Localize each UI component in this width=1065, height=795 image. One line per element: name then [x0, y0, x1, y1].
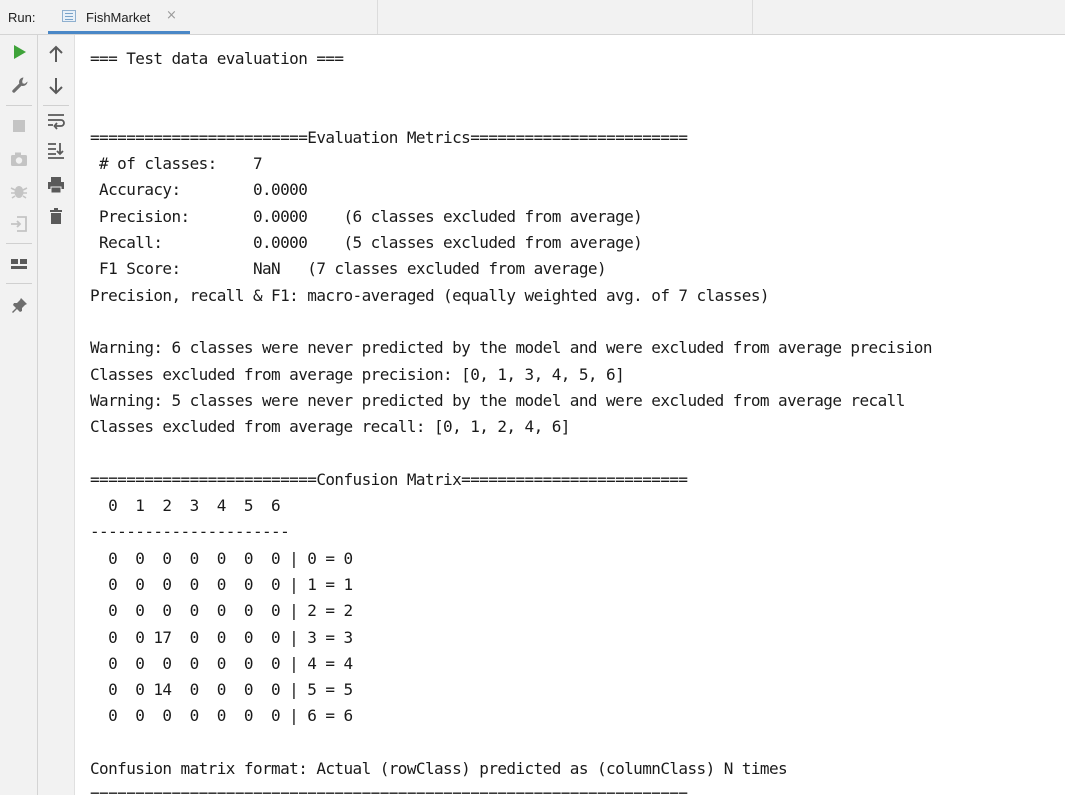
- console-line: Precision, recall & F1: macro-averaged (…: [90, 285, 770, 305]
- tab-title: FishMarket: [86, 10, 151, 25]
- arrow-down-icon[interactable]: [45, 75, 67, 97]
- stop-icon[interactable]: [8, 115, 30, 137]
- console-line: Accuracy: 0.0000: [90, 180, 308, 200]
- print-icon[interactable]: [45, 174, 67, 196]
- pin-icon[interactable]: [8, 295, 30, 317]
- console-line: Confusion matrix format: Actual (rowClas…: [90, 759, 788, 779]
- debug-icon[interactable]: [8, 180, 30, 202]
- console-line: 0 0 14 0 0 0 0 | 5 = 5: [90, 680, 353, 700]
- close-icon[interactable]: ×: [166, 9, 177, 23]
- console-line: Classes excluded from average precision:…: [90, 364, 625, 384]
- run-toolbar-right: [38, 35, 75, 795]
- console-text: === Test data evaluation === ============…: [90, 46, 933, 795]
- console-line: =========================Confusion Matri…: [90, 469, 688, 489]
- arrow-up-icon[interactable]: [45, 43, 67, 65]
- console-line: Warning: 6 classes were never predicted …: [90, 338, 933, 358]
- layout-icon[interactable]: [8, 253, 30, 275]
- console-line: ========================Evaluation Metri…: [90, 127, 688, 147]
- run-label: Run:: [8, 10, 36, 25]
- camera-icon[interactable]: [8, 148, 30, 170]
- run-toolbar-left: [0, 35, 38, 795]
- run-icon[interactable]: [8, 41, 30, 63]
- console-line: # of classes: 7: [90, 154, 263, 174]
- console-tab-icon: [62, 10, 76, 22]
- run-tool-window-header: Run: FishMarket ×: [0, 0, 1065, 35]
- scroll-to-end-icon[interactable]: [45, 139, 67, 161]
- console-line: === Test data evaluation ===: [90, 49, 344, 68]
- console-line: 0 0 0 0 0 0 0 | 6 = 6: [90, 706, 353, 726]
- console-line: Recall: 0.0000 (5 classes excluded from …: [90, 233, 643, 253]
- header-divider: [752, 0, 753, 34]
- login-icon[interactable]: [8, 213, 30, 235]
- console-line: 0 0 0 0 0 0 0 | 0 = 0: [90, 548, 353, 568]
- console-line: 0 0 0 0 0 0 0 | 4 = 4: [90, 653, 353, 673]
- console-output[interactable]: === Test data evaluation === ============…: [75, 35, 1065, 795]
- console-line: Classes excluded from average recall: [0…: [90, 417, 570, 437]
- toolbar-separator: [43, 105, 69, 106]
- console-line: ----------------------: [90, 522, 290, 542]
- tab-fishmarket[interactable]: FishMarket ×: [48, 0, 190, 34]
- trash-icon[interactable]: [45, 205, 67, 227]
- console-line: 0 0 0 0 0 0 0 | 2 = 2: [90, 601, 353, 621]
- console-line: 0 0 0 0 0 0 0 | 1 = 1: [90, 574, 353, 594]
- console-line: Warning: 5 classes were never predicted …: [90, 390, 905, 410]
- toolbar-separator: [6, 283, 32, 284]
- soft-wrap-icon[interactable]: [45, 110, 67, 132]
- wrench-icon[interactable]: [8, 74, 30, 96]
- toolbar-separator: [6, 105, 32, 106]
- console-line: 0 1 2 3 4 5 6: [90, 496, 281, 516]
- console-line: Precision: 0.0000 (6 classes excluded fr…: [90, 206, 643, 226]
- console-line: 0 0 17 0 0 0 0 | 3 = 3: [90, 627, 353, 647]
- toolbar-separator: [6, 243, 32, 244]
- console-line: F1 Score: NaN (7 classes excluded from a…: [90, 259, 607, 279]
- header-divider: [377, 0, 378, 34]
- console-line: ========================================…: [90, 785, 688, 795]
